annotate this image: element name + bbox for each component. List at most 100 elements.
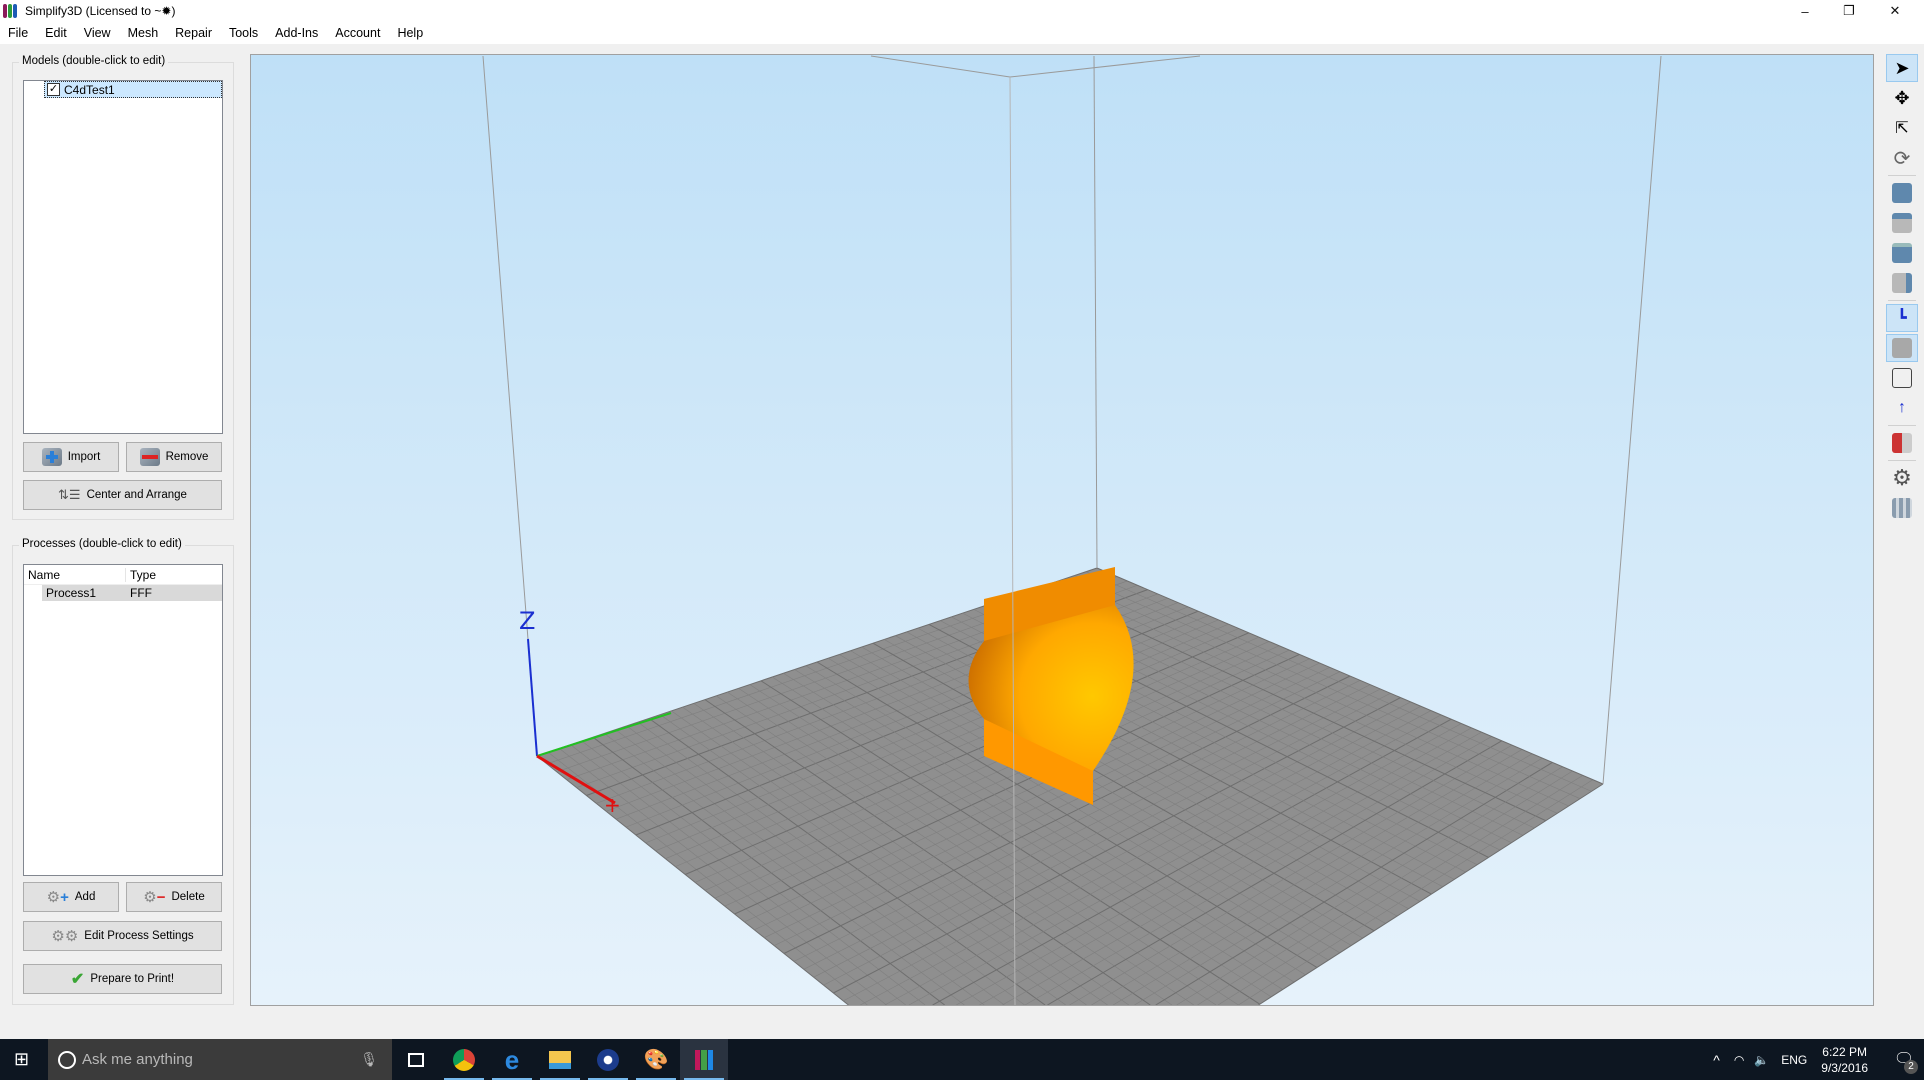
- clock-date: 9/3/2016: [1821, 1060, 1868, 1075]
- center-arrange-icon: ⇅☰: [58, 487, 81, 502]
- settings-button[interactable]: ⚙: [1886, 464, 1918, 492]
- toolbar-separator: [1888, 460, 1916, 461]
- add-gear-icon: ⚙+: [46, 889, 69, 906]
- title-bar: Simplify3D (Licensed to ~✹) – ❐ ✕: [0, 0, 1924, 22]
- delete-process-button[interactable]: ⚙− Delete: [126, 882, 222, 912]
- close-button[interactable]: ✕: [1872, 0, 1918, 22]
- toggle-axes-button[interactable]: ┗: [1886, 304, 1918, 332]
- chrome-icon: [453, 1048, 475, 1071]
- normals-view-button[interactable]: ↑: [1886, 394, 1918, 422]
- menu-mesh[interactable]: Mesh: [128, 26, 159, 40]
- simplify3d-logo-icon: [3, 4, 17, 18]
- machine-icon: [1892, 498, 1912, 518]
- show-hidden-icons-chevron-icon[interactable]: ^: [1713, 1052, 1720, 1068]
- processes-table[interactable]: Name Type Process1 FFF: [23, 564, 223, 876]
- move-icon: ✥: [1894, 87, 1910, 108]
- gears-icon: ⚙⚙: [51, 928, 79, 945]
- view-top-button[interactable]: [1886, 209, 1918, 237]
- menu-repair[interactable]: Repair: [175, 26, 212, 40]
- center-and-arrange-button[interactable]: ⇅☰ Center and Arrange: [23, 480, 222, 510]
- import-cube-plus-icon: [41, 448, 62, 466]
- settings-icon: ⚙: [1892, 465, 1912, 490]
- simplify3d-taskbar-button[interactable]: [680, 1039, 728, 1080]
- models-list[interactable]: ✓ C4dTest1: [23, 80, 223, 434]
- z-axis: [527, 638, 538, 757]
- toolbar-separator: [1888, 425, 1916, 426]
- process-type: FFF: [130, 586, 152, 600]
- remove-label: Remove: [165, 451, 209, 463]
- model-visible-checkbox[interactable]: ✓: [47, 83, 60, 96]
- volume-icon[interactable]: 🔈: [1754, 1053, 1769, 1067]
- import-label: Import: [67, 451, 101, 463]
- edge-taskbar-button[interactable]: e: [488, 1039, 536, 1080]
- view-top-icon: [1892, 213, 1912, 233]
- system-tray: ^ ◠ 🔈 ENG 6:22 PM 9/3/2016 🗨 2: [1713, 1039, 1924, 1080]
- cross-section-button[interactable]: [1886, 429, 1918, 457]
- menu-help[interactable]: Help: [397, 26, 423, 40]
- center-arrange-label: Center and Arrange: [86, 489, 187, 501]
- process-name: Process1: [46, 586, 97, 600]
- menu-file[interactable]: File: [8, 26, 28, 40]
- menu-edit[interactable]: Edit: [45, 26, 67, 40]
- remove-button[interactable]: Remove: [126, 442, 222, 472]
- cortana-search-box[interactable]: Ask me anything 🎙: [48, 1039, 392, 1080]
- x-axis-marker: +: [604, 793, 621, 817]
- cinema4d-taskbar-button[interactable]: [584, 1039, 632, 1080]
- solid-view-button[interactable]: [1886, 334, 1918, 362]
- add-label: Add: [74, 891, 96, 903]
- language-indicator[interactable]: ENG: [1781, 1053, 1807, 1067]
- move-tool-button[interactable]: ✥: [1886, 84, 1918, 112]
- minimize-button[interactable]: –: [1782, 0, 1828, 22]
- column-name[interactable]: Name: [24, 567, 126, 582]
- select-icon: ➤: [1894, 57, 1910, 78]
- toolbar-separator: [1888, 175, 1916, 176]
- file-explorer-taskbar-button[interactable]: [536, 1039, 584, 1080]
- toolbar-separator: [1888, 300, 1916, 301]
- paint-taskbar-button[interactable]: 🎨: [632, 1039, 680, 1080]
- file-explorer-icon: [549, 1050, 571, 1069]
- task-view-icon: [408, 1052, 424, 1067]
- scene-canvas[interactable]: Z +: [251, 55, 1874, 1006]
- process-row[interactable]: Process1 FFF: [42, 585, 222, 601]
- view-side-button[interactable]: [1886, 269, 1918, 297]
- build-volume-edge: [870, 55, 1011, 78]
- start-windows-icon[interactable]: ⊞: [14, 1049, 29, 1070]
- column-type[interactable]: Type: [126, 568, 156, 582]
- z-axis-label: Z: [519, 607, 535, 635]
- prepare-to-print-button[interactable]: ✔ Prepare to Print!: [23, 964, 222, 994]
- model-name: C4dTest1: [64, 82, 115, 97]
- 3d-viewport[interactable]: Z +: [250, 54, 1874, 1006]
- edge-icon: e: [504, 1044, 520, 1075]
- processes-table-header: Name Type: [24, 565, 222, 585]
- build-volume-edge: [1009, 55, 1201, 78]
- clock[interactable]: 6:22 PM 9/3/2016: [1821, 1044, 1868, 1076]
- machine-button[interactable]: [1886, 494, 1918, 522]
- wireframe-view-icon: [1892, 368, 1912, 388]
- rotate-tool-button[interactable]: ⟳: [1886, 144, 1918, 172]
- view-front-button[interactable]: [1886, 239, 1918, 267]
- scale-tool-button[interactable]: ⇱: [1886, 114, 1918, 142]
- select-tool-button[interactable]: ➤: [1886, 54, 1918, 82]
- view-default-button[interactable]: [1886, 179, 1918, 207]
- add-process-button[interactable]: ⚙+ Add: [23, 882, 119, 912]
- restore-button[interactable]: ❐: [1826, 0, 1872, 22]
- wifi-icon[interactable]: ◠: [1734, 1053, 1744, 1067]
- edit-process-label: Edit Process Settings: [84, 930, 194, 942]
- cross-section-icon: [1892, 433, 1912, 453]
- action-center-button[interactable]: 🗨 2: [1884, 1039, 1924, 1080]
- import-button[interactable]: Import: [23, 442, 119, 472]
- window-title: Simplify3D (Licensed to ~✹): [25, 4, 176, 18]
- model-item-c4dtest1[interactable]: ✓ C4dTest1: [44, 81, 222, 98]
- menu-view[interactable]: View: [84, 26, 111, 40]
- menu-tools[interactable]: Tools: [229, 26, 258, 40]
- cinema4d-icon: [597, 1048, 619, 1071]
- task-view-button[interactable]: [392, 1039, 440, 1080]
- search-placeholder: Ask me anything: [82, 1051, 193, 1068]
- menu-add-ins[interactable]: Add-Ins: [275, 26, 318, 40]
- edit-process-settings-button[interactable]: ⚙⚙ Edit Process Settings: [23, 921, 222, 951]
- menu-account[interactable]: Account: [335, 26, 380, 40]
- view-front-icon: [1892, 243, 1912, 263]
- wireframe-view-button[interactable]: [1886, 364, 1918, 392]
- microphone-icon[interactable]: 🎙: [360, 1051, 378, 1068]
- chrome-taskbar-button[interactable]: [440, 1039, 488, 1080]
